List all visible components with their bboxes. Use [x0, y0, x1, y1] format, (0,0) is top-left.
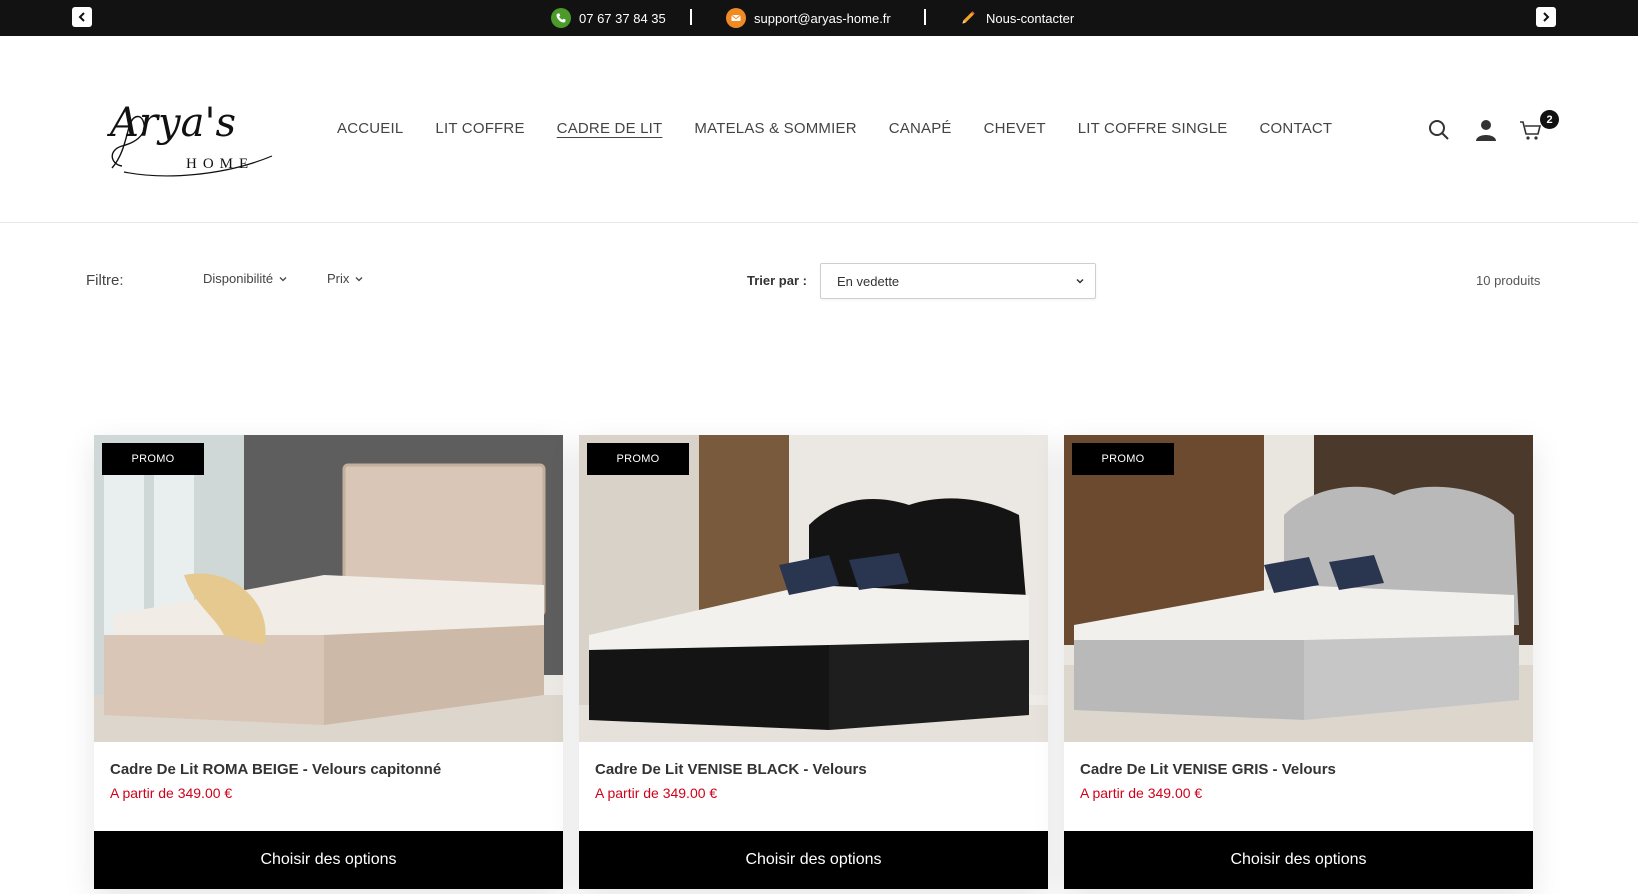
chevron-down-icon — [1076, 278, 1084, 284]
contact-label: Nous-contacter — [986, 10, 1075, 26]
next-arrow-button[interactable] — [1536, 7, 1556, 27]
price-filter[interactable]: Prix — [327, 271, 363, 286]
product-title[interactable]: Cadre De Lit VENISE BLACK - Velours — [595, 761, 867, 778]
svg-text:Arya's: Arya's — [106, 100, 236, 146]
availability-filter-label: Disponibilité — [203, 271, 274, 286]
promo-badge: PROMO — [102, 443, 204, 475]
product-count: 10 produits — [1476, 273, 1541, 288]
email-address: support@aryas-home.fr — [754, 10, 891, 26]
sort-selected-value: En vedette — [837, 273, 900, 289]
nav-link-lit-coffre-single[interactable]: LIT COFFRE SINGLE — [1078, 120, 1228, 137]
chevron-down-icon — [279, 276, 287, 281]
nav-link-cadre-de-lit[interactable]: CADRE DE LIT — [557, 120, 663, 137]
choose-options-button[interactable]: Choisir des options — [1064, 831, 1533, 889]
product-card[interactable]: PROMO Cadre De Lit ROMA BEIGE - Velours … — [94, 435, 563, 889]
nav-link-chevet[interactable]: CHEVET — [984, 120, 1046, 137]
promo-badge: PROMO — [587, 443, 689, 475]
main-navigation: ACCUEIL LIT COFFRE CADRE DE LIT MATELAS & S… — [337, 120, 1364, 137]
brand-logo[interactable]: Arya's HOME — [104, 76, 276, 186]
availability-filter[interactable]: Disponibilité — [203, 271, 287, 286]
product-image[interactable]: PROMO — [1064, 435, 1533, 742]
product-image[interactable]: PROMO — [579, 435, 1048, 742]
product-card[interactable]: PROMO Cadre De Lit VENISE GRIS - Velours… — [1064, 435, 1533, 889]
chevron-right-icon — [1543, 12, 1550, 22]
product-price: A partir de 349.00 € — [1080, 785, 1203, 801]
product-price: A partir de 349.00 € — [110, 785, 233, 801]
mail-icon — [726, 8, 746, 28]
separator — [924, 9, 926, 25]
cart-count-badge: 2 — [1540, 110, 1559, 129]
phone-contact[interactable]: 07 67 37 84 35 — [551, 0, 666, 36]
nav-link-contact[interactable]: CONTACT — [1260, 120, 1333, 137]
chevron-down-icon — [355, 276, 363, 281]
product-title[interactable]: Cadre De Lit ROMA BEIGE - Velours capito… — [110, 761, 441, 778]
account-icon[interactable] — [1474, 118, 1498, 142]
product-price: A partir de 349.00 € — [595, 785, 718, 801]
nav-link-matelas-sommier[interactable]: MATELAS & SOMMIER — [694, 120, 856, 137]
email-contact[interactable]: support@aryas-home.fr — [726, 0, 891, 36]
phone-icon — [551, 8, 571, 28]
price-filter-label: Prix — [327, 271, 350, 286]
product-title[interactable]: Cadre De Lit VENISE GRIS - Velours — [1080, 761, 1336, 778]
choose-options-button[interactable]: Choisir des options — [94, 831, 563, 889]
choose-options-button[interactable]: Choisir des options — [579, 831, 1048, 889]
phone-number: 07 67 37 84 35 — [579, 10, 666, 26]
previous-arrow-button[interactable] — [72, 7, 92, 27]
sort-select[interactable]: En vedette — [820, 263, 1096, 299]
sort-label: Trier par : — [747, 273, 807, 288]
nav-link-lit-coffre[interactable]: LIT COFFRE — [435, 120, 524, 137]
promo-badge: PROMO — [1072, 443, 1174, 475]
product-image[interactable]: PROMO — [94, 435, 563, 742]
nav-link-canap[interactable]: CANAPÉ — [889, 120, 952, 137]
svg-text:HOME: HOME — [186, 156, 254, 172]
chevron-left-icon — [78, 12, 85, 22]
announcement-bar: 07 67 37 84 35 support@aryas-home.fr Nou… — [0, 0, 1638, 36]
separator — [690, 9, 692, 25]
search-icon[interactable] — [1427, 118, 1451, 142]
product-card[interactable]: PROMO Cadre De Lit VENISE BLACK - Velour… — [579, 435, 1048, 889]
nav-link-accueil[interactable]: ACCUEIL — [337, 120, 403, 137]
pencil-icon — [958, 8, 978, 28]
filter-label: Filtre: — [86, 272, 124, 289]
contact-link[interactable]: Nous-contacter — [958, 0, 1074, 36]
site-header: Arya's HOME ACCUEIL LIT COFFRE CADRE DE LI… — [0, 36, 1638, 223]
